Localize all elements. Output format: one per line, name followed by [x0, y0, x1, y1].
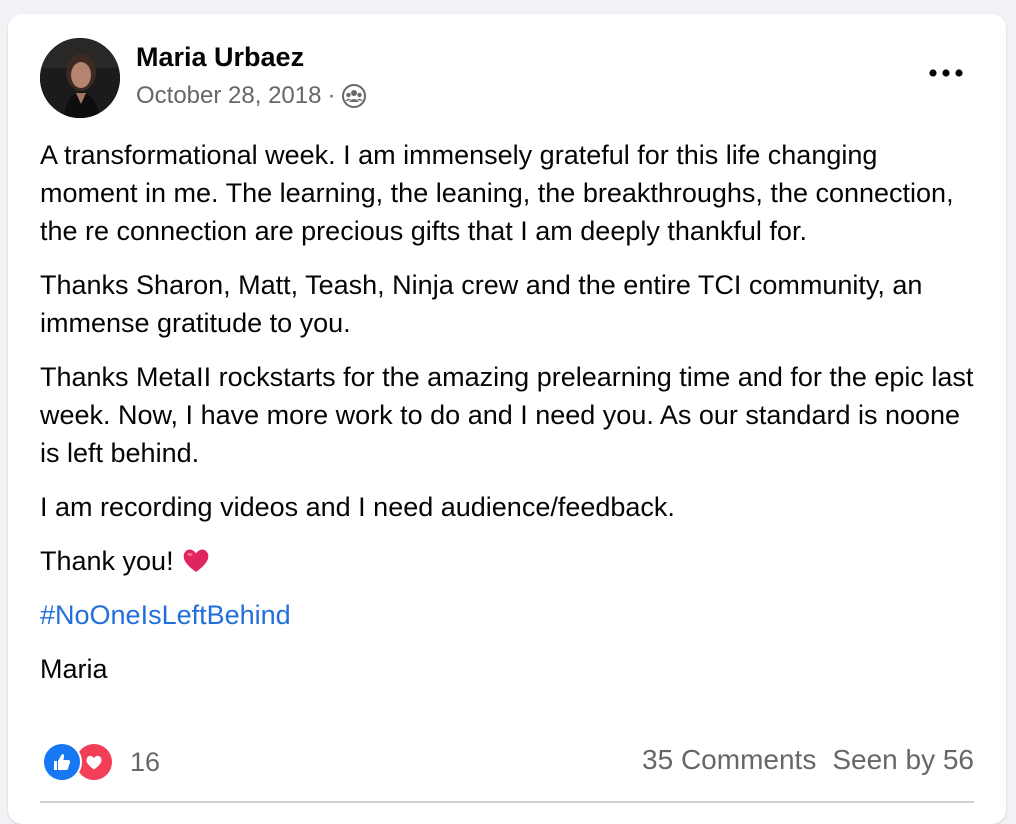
thanks-paragraph: Thank you!	[40, 542, 980, 580]
more-horizontal-icon	[929, 69, 963, 77]
post-meta: October 28, 2018 ·	[136, 82, 367, 110]
hashtag-paragraph: #NoOneIsLeftBehind	[40, 596, 980, 634]
post-paragraph: Thanks MetaII rockstarts for the amazing…	[40, 362, 974, 468]
post-paragraph: Thanks Sharon, Matt, Teash, Ninja crew a…	[40, 270, 923, 338]
hashtag-link[interactable]: #NoOneIsLeftBehind	[40, 600, 291, 630]
more-options-button[interactable]	[924, 58, 968, 88]
red-heart-emoji	[181, 545, 211, 575]
thanks-text: Thank you!	[40, 546, 174, 576]
avatar-photo	[40, 38, 120, 118]
seen-by-count[interactable]: Seen by 56	[832, 744, 974, 776]
reactions-summary[interactable]: 16	[42, 742, 160, 782]
avatar[interactable]	[40, 38, 120, 118]
like-icon	[42, 742, 82, 782]
divider	[40, 801, 974, 803]
post-paragraph: I am recording videos and I need audienc…	[40, 492, 675, 522]
reaction-count: 16	[130, 746, 161, 777]
post-card: Maria Urbaez October 28, 2018 · A transf…	[8, 14, 1006, 824]
signature: Maria	[40, 654, 108, 684]
post-paragraph: A transformational week. I am immensely …	[40, 140, 954, 246]
post-body: A transformational week. I am immensely …	[40, 136, 980, 704]
author-name[interactable]: Maria Urbaez	[136, 42, 304, 73]
post-date[interactable]: October 28, 2018	[136, 82, 321, 110]
post-stats: 35 Comments Seen by 56	[642, 744, 974, 776]
meta-separator: ·	[327, 82, 336, 109]
comments-count-link[interactable]: 35 Comments	[642, 744, 816, 776]
group-icon[interactable]	[341, 83, 367, 109]
